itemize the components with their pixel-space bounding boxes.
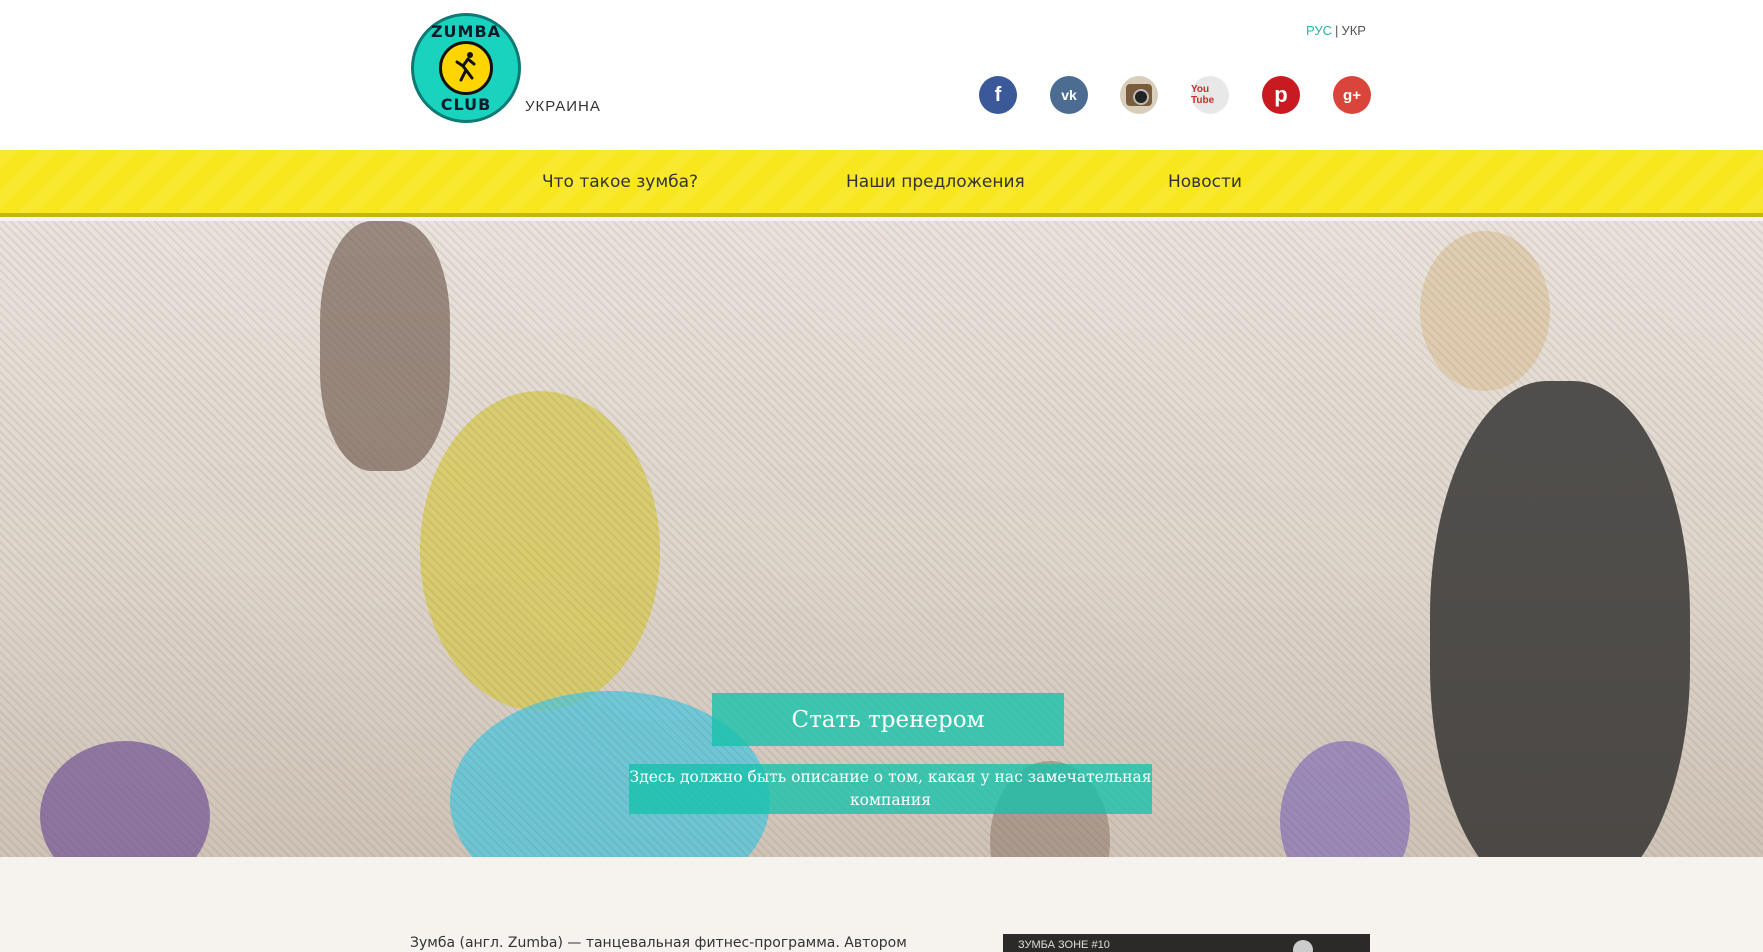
zumba-club-logo[interactable]: ZUMBA CLUB [411,13,521,123]
logo-text-bottom: CLUB [440,95,492,114]
pinterest-icon[interactable]: p [1262,76,1300,114]
hero-banner [0,221,1763,857]
logo-text-top: ZUMBA [430,22,502,41]
lang-uk-link[interactable]: УКР [1341,23,1366,38]
content-section: Зумба (англ. Zumba) — танцевальная фитне… [0,857,1763,952]
instagram-icon[interactable] [1120,76,1158,114]
language-switcher: РУС | УКР [1306,23,1366,38]
google-plus-icon[interactable]: g+ [1333,76,1371,114]
facebook-icon[interactable]: f [979,76,1017,114]
video-control-icon[interactable] [1293,940,1313,952]
video-title: ЗУМБА ЗОНЕ #10 [1018,939,1110,951]
youtube-icon[interactable]: You Tube [1191,76,1229,114]
intro-text: Зумба (англ. Zumba) — танцевальная фитне… [410,935,907,951]
logo-dancer-badge [439,41,493,95]
nav-item-what-is-zumba[interactable]: Что такое зумба? [542,172,698,192]
page: ZUMBA CLUB УКРАИНА РУС | УКР f vk You Tube… [0,0,1763,952]
site-header: ZUMBA CLUB УКРАИНА РУС | УКР f vk You Tube… [0,0,1763,150]
hero-description: Здесь должно быть описание о том, какая … [629,764,1152,814]
lang-separator: | [1335,23,1339,38]
dancer-icon [455,52,476,82]
become-trainer-button[interactable]: Стать тренером [712,693,1064,746]
main-nav: Что такое зумба? Наши предложения Новост… [0,150,1763,217]
video-embed[interactable]: ЗУМБА ЗОНЕ #10 [1003,934,1370,952]
lang-ru-link[interactable]: РУС [1306,23,1332,38]
nav-item-news[interactable]: Новости [1168,172,1242,192]
hero-hatch-overlay [0,221,1763,857]
vk-icon[interactable]: vk [1050,76,1088,114]
country-label: УКРАИНА [525,98,601,115]
instagram-camera-glyph [1126,84,1152,106]
nav-item-our-offers[interactable]: Наши предложения [846,172,1025,192]
